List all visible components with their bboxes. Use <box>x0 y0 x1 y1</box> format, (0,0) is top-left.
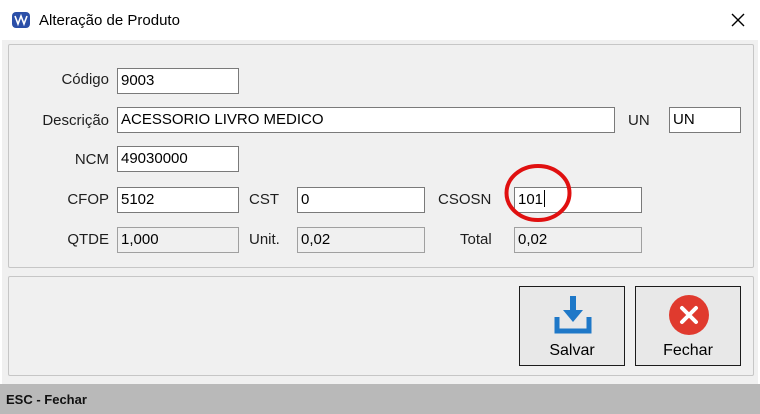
un-field[interactable]: UN <box>669 107 741 133</box>
save-download-icon <box>554 296 592 334</box>
cst-label: CST <box>249 191 279 208</box>
cst-field[interactable]: 0 <box>297 187 425 213</box>
status-hint: ESC - Fechar <box>6 392 87 407</box>
csosn-label: CSOSN <box>438 191 492 208</box>
codigo-label: Código <box>61 71 109 88</box>
total-field: 0,02 <box>514 227 642 253</box>
close-icon[interactable] <box>718 2 758 38</box>
qtde-field: 1,000 <box>117 227 239 253</box>
actions-panel: Salvar Fechar <box>8 276 754 376</box>
dialog-body: Código 9003 Descrição ACESSORIO LIVRO ME… <box>2 40 758 384</box>
ncm-field[interactable]: 49030000 <box>117 146 239 172</box>
close-button[interactable]: Fechar <box>635 286 741 366</box>
descricao-field[interactable]: ACESSORIO LIVRO MEDICO <box>117 107 615 133</box>
app-logo-icon <box>12 12 30 28</box>
total-label: Total <box>460 231 492 248</box>
qtde-label: QTDE <box>67 231 109 248</box>
cfop-field[interactable]: 5102 <box>117 187 239 213</box>
product-form-panel: Código 9003 Descrição ACESSORIO LIVRO ME… <box>8 44 754 268</box>
title-bar: Alteração de Produto <box>0 0 760 40</box>
close-button-label: Fechar <box>663 342 713 359</box>
descricao-label: Descrição <box>42 112 109 129</box>
unit-label: Unit. <box>249 231 280 248</box>
save-button[interactable]: Salvar <box>519 286 625 366</box>
highlight-circle <box>504 164 572 222</box>
unit-field: 0,02 <box>297 227 425 253</box>
save-button-label: Salvar <box>549 342 595 359</box>
ncm-label: NCM <box>74 151 109 168</box>
cfop-label: CFOP <box>67 191 109 208</box>
cancel-x-icon <box>669 295 709 335</box>
codigo-field[interactable]: 9003 <box>117 68 239 94</box>
window-title: Alteração de Produto <box>39 12 180 29</box>
un-label: UN <box>628 112 650 129</box>
status-bar: ESC - Fechar <box>0 384 760 414</box>
